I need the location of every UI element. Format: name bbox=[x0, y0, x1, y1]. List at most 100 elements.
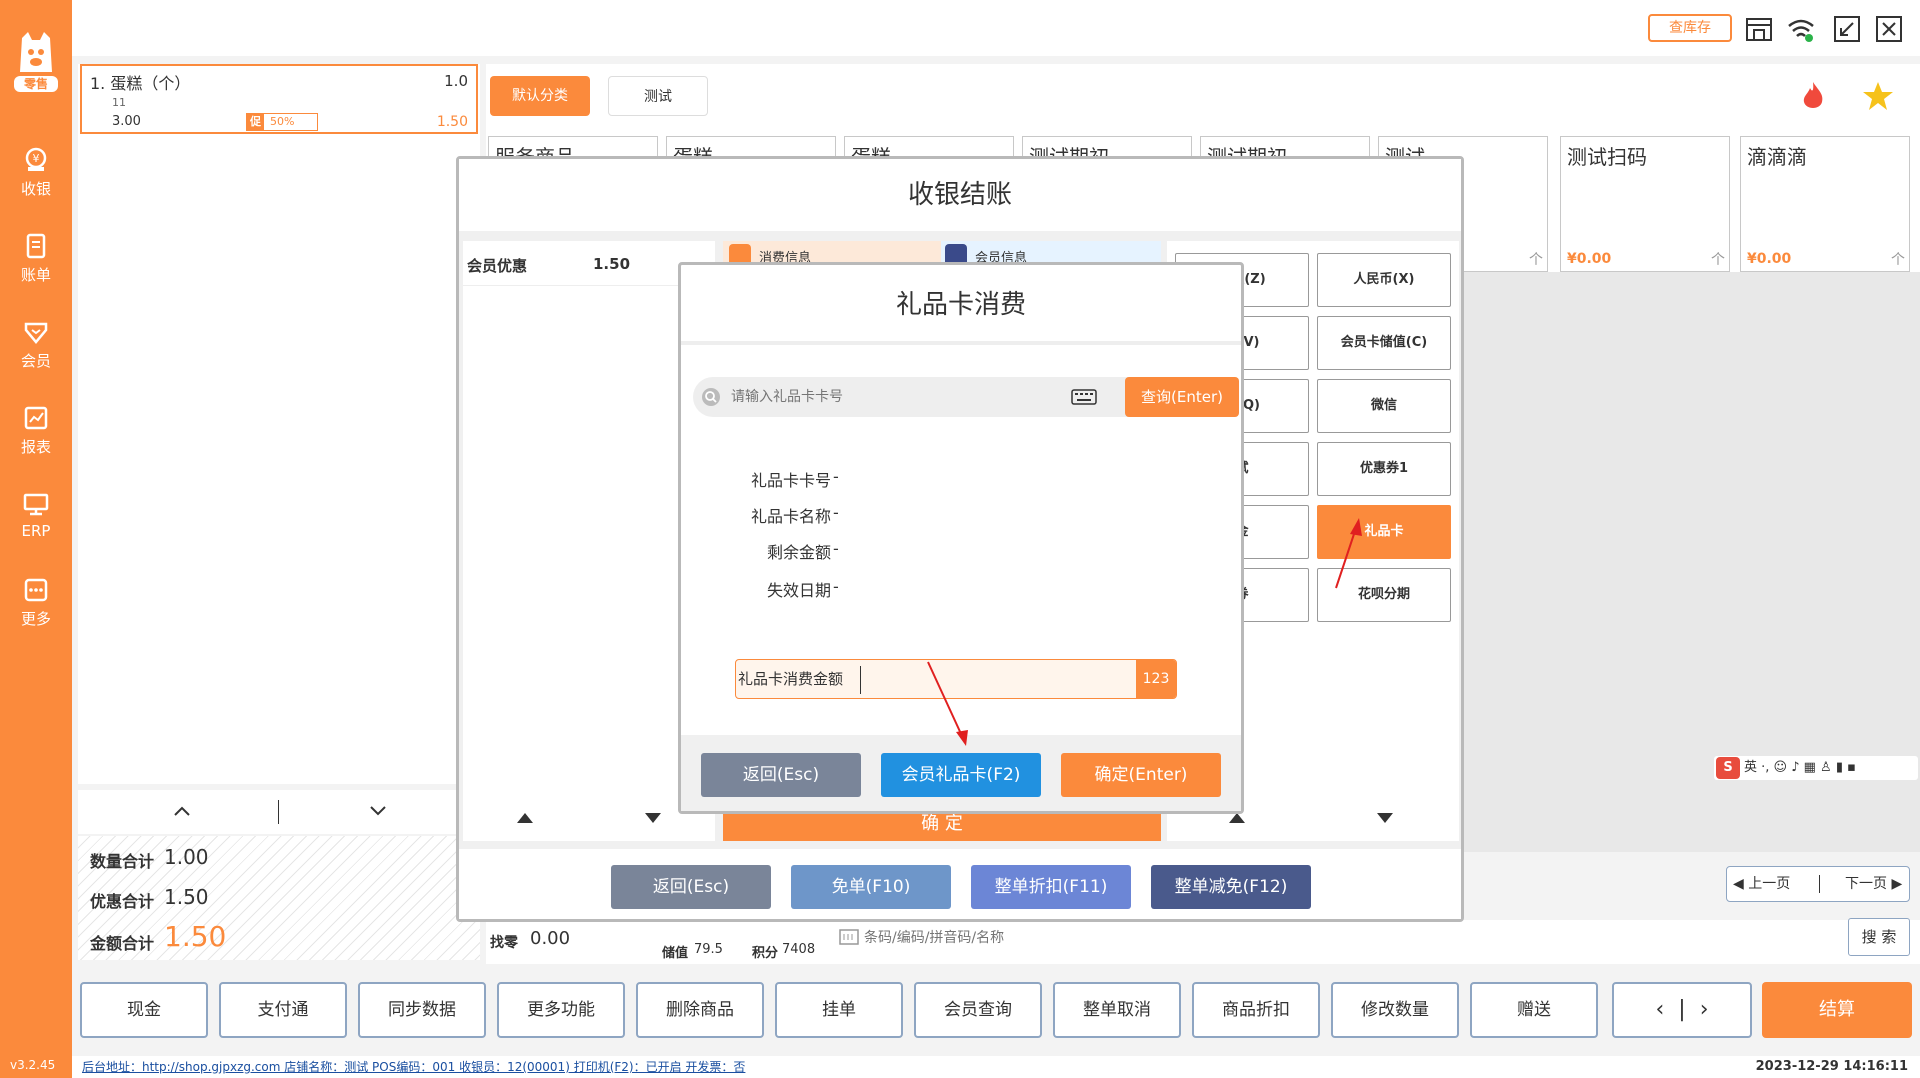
category-default[interactable]: 默认分类 bbox=[490, 76, 590, 116]
points-value: 7408 bbox=[782, 942, 816, 957]
gift-back-button[interactable]: 返回(Esc) bbox=[701, 753, 861, 797]
search-button[interactable]: 搜 索 bbox=[1848, 918, 1910, 956]
product-card[interactable]: 滴滴滴 ¥0.00 个 bbox=[1740, 136, 1910, 272]
status-info: 后台地址：http://shop.gjpxzg.com 店铺名称：测试 POS编… bbox=[82, 1060, 746, 1074]
favorite-star-icon[interactable] bbox=[1862, 80, 1894, 112]
sidebar-item-more[interactable]: 更多 bbox=[0, 576, 72, 646]
qty-total-value: 1.00 bbox=[164, 845, 209, 869]
check-stock-button[interactable]: 查库存 bbox=[1648, 14, 1732, 42]
next-function-icon[interactable]: › bbox=[1700, 997, 1709, 1022]
free-order-button[interactable]: 免单(F10) bbox=[791, 865, 951, 909]
hold-order-button[interactable]: 挂单 bbox=[775, 982, 903, 1038]
discount-total-value: 1.50 bbox=[164, 885, 209, 909]
member-gift-card-button[interactable]: 会员礼品卡(F2) bbox=[881, 753, 1041, 797]
order-panel bbox=[78, 64, 480, 784]
gift-card-title: 礼品卡消费 bbox=[681, 265, 1241, 345]
close-icon[interactable] bbox=[1874, 14, 1904, 44]
checkout-button[interactable]: 结算 bbox=[1762, 982, 1912, 1038]
cancel-order-button[interactable]: 整单取消 bbox=[1053, 982, 1181, 1038]
category-test[interactable]: 测试 bbox=[608, 76, 708, 116]
left-sidebar: 零售 ¥ 收银 账单 会员 报表 ERP 更多 v3.2.45 bbox=[0, 0, 72, 1078]
ime-toolbar[interactable]: S 英 ·, ☺ ♪ ▦ ♙ ▮ ▪ bbox=[1714, 756, 1918, 780]
next-page-label: 下一页 bbox=[1845, 876, 1887, 892]
card-number-label: 礼品卡卡号 bbox=[750, 471, 831, 490]
chevron-down-icon[interactable] bbox=[368, 804, 388, 818]
product-price: ¥0.00 bbox=[1747, 251, 1792, 267]
triangle-up-icon[interactable] bbox=[515, 811, 535, 825]
promo-badge: 促 50% bbox=[246, 113, 318, 131]
pay-huabei[interactable]: 花呗分期 bbox=[1317, 568, 1451, 622]
prev-page-button[interactable]: ◀ 上一页 bbox=[1733, 867, 1790, 901]
sidebar-item-bill[interactable]: 账单 bbox=[0, 232, 72, 302]
stored-value: 79.5 bbox=[694, 942, 723, 957]
gift-card-dialog: 礼品卡消费 查询(Enter) 礼品卡卡号 - 礼品卡名称 - 剩余金额 - 失… bbox=[678, 262, 1244, 814]
pay-rmb[interactable]: 人民币(X) bbox=[1317, 253, 1451, 307]
top-bar bbox=[72, 0, 1920, 56]
pay-wechat[interactable]: 微信 bbox=[1317, 379, 1451, 433]
minimize-window-icon[interactable] bbox=[1832, 14, 1862, 44]
triangle-down-icon[interactable] bbox=[643, 811, 663, 825]
sidebar-item-report[interactable]: 报表 bbox=[0, 404, 72, 474]
product-up-icon: 个 bbox=[1891, 252, 1905, 268]
gift-amount-input[interactable] bbox=[860, 666, 1130, 694]
search-icon bbox=[702, 388, 720, 406]
settle-back-button[interactable]: 返回(Esc) bbox=[611, 865, 771, 909]
numeric-keypad-button[interactable]: 123 bbox=[1136, 660, 1176, 698]
gift-confirm-button[interactable]: 确定(Enter) bbox=[1061, 753, 1221, 797]
discount-total-label: 优惠合计 bbox=[90, 892, 155, 911]
modify-qty-button[interactable]: 修改数量 bbox=[1331, 982, 1459, 1038]
stored-label: 储值 bbox=[662, 946, 689, 961]
member-discount-label: 会员优惠 bbox=[467, 257, 528, 275]
triangle-down-icon[interactable] bbox=[1375, 811, 1395, 825]
sidebar-item-cashier[interactable]: ¥ 收银 bbox=[0, 146, 72, 216]
next-page-button[interactable]: 下一页 ▶ bbox=[1845, 867, 1902, 901]
chevron-up-icon[interactable] bbox=[172, 804, 192, 818]
product-search-input[interactable] bbox=[864, 924, 1844, 952]
points-label: 积分 bbox=[752, 946, 779, 961]
pay-coupon1[interactable]: 优惠券1 bbox=[1317, 442, 1451, 496]
cash-button[interactable]: 现金 bbox=[80, 982, 208, 1038]
ime-logo-icon: S bbox=[1716, 757, 1740, 779]
order-item-row[interactable]: 1. 蛋糕（个） 1.0 11 3.00 促 50% 1.50 bbox=[80, 64, 478, 134]
whole-discount-button[interactable]: 整单折扣(F11) bbox=[971, 865, 1131, 909]
change-label: 找零 bbox=[490, 935, 518, 951]
remaining-amount-label: 剩余金额 bbox=[766, 543, 831, 562]
sidebar-item-label: 更多 bbox=[20, 610, 51, 628]
sidebar-item-erp[interactable]: ERP bbox=[0, 490, 72, 560]
logo-badge: 零售 bbox=[14, 76, 58, 92]
member-query-button[interactable]: 会员查询 bbox=[914, 982, 1042, 1038]
remaining-amount-value: - bbox=[833, 539, 839, 558]
sidebar-item-member[interactable]: 会员 bbox=[0, 318, 72, 388]
hot-flame-icon[interactable] bbox=[1800, 80, 1826, 112]
card-name-value: - bbox=[833, 503, 839, 522]
more-functions-button[interactable]: 更多功能 bbox=[497, 982, 625, 1038]
sidebar-item-label: ERP bbox=[21, 522, 51, 540]
member-discount-value: 1.50 bbox=[593, 255, 631, 273]
status-bar: 后台地址：http://shop.gjpxzg.com 店铺名称：测试 POS编… bbox=[72, 1056, 1920, 1078]
wifi-icon[interactable] bbox=[1786, 14, 1816, 44]
sidebar-item-label: 账单 bbox=[20, 266, 51, 284]
gift-item-button[interactable]: 赠送 bbox=[1470, 982, 1598, 1038]
delete-item-button[interactable]: 删除商品 bbox=[636, 982, 764, 1038]
order-item-name: 1. 蛋糕（个） bbox=[90, 74, 191, 93]
keyboard-icon[interactable] bbox=[1071, 387, 1097, 407]
pay-pass-button[interactable]: 支付通 bbox=[219, 982, 347, 1038]
expiry-date-label: 失效日期 bbox=[766, 581, 831, 600]
more-icon bbox=[24, 578, 48, 602]
promo-tag: 促 bbox=[247, 114, 264, 130]
gift-card-search: 查询(Enter) bbox=[693, 377, 1239, 417]
item-discount-button[interactable]: 商品折扣 bbox=[1192, 982, 1320, 1038]
report-icon bbox=[24, 406, 48, 430]
pay-gift-card[interactable]: 礼品卡 bbox=[1317, 505, 1451, 559]
pay-member-card-stored[interactable]: 会员卡储值(C) bbox=[1317, 316, 1451, 370]
sync-data-button[interactable]: 同步数据 bbox=[358, 982, 486, 1038]
store-icon[interactable] bbox=[1744, 14, 1774, 44]
gift-card-number-input[interactable] bbox=[731, 383, 1071, 411]
whole-reduce-button[interactable]: 整单减免(F12) bbox=[1151, 865, 1311, 909]
prev-function-icon[interactable]: ‹ bbox=[1655, 997, 1664, 1022]
product-card[interactable]: 测试扫码 ¥0.00 个 bbox=[1560, 136, 1730, 272]
gift-card-query-button[interactable]: 查询(Enter) bbox=[1125, 377, 1239, 417]
order-item-qty: 1.0 bbox=[444, 72, 468, 90]
bear-logo-icon bbox=[20, 32, 52, 72]
function-pager: ‹ | › bbox=[1612, 982, 1752, 1038]
